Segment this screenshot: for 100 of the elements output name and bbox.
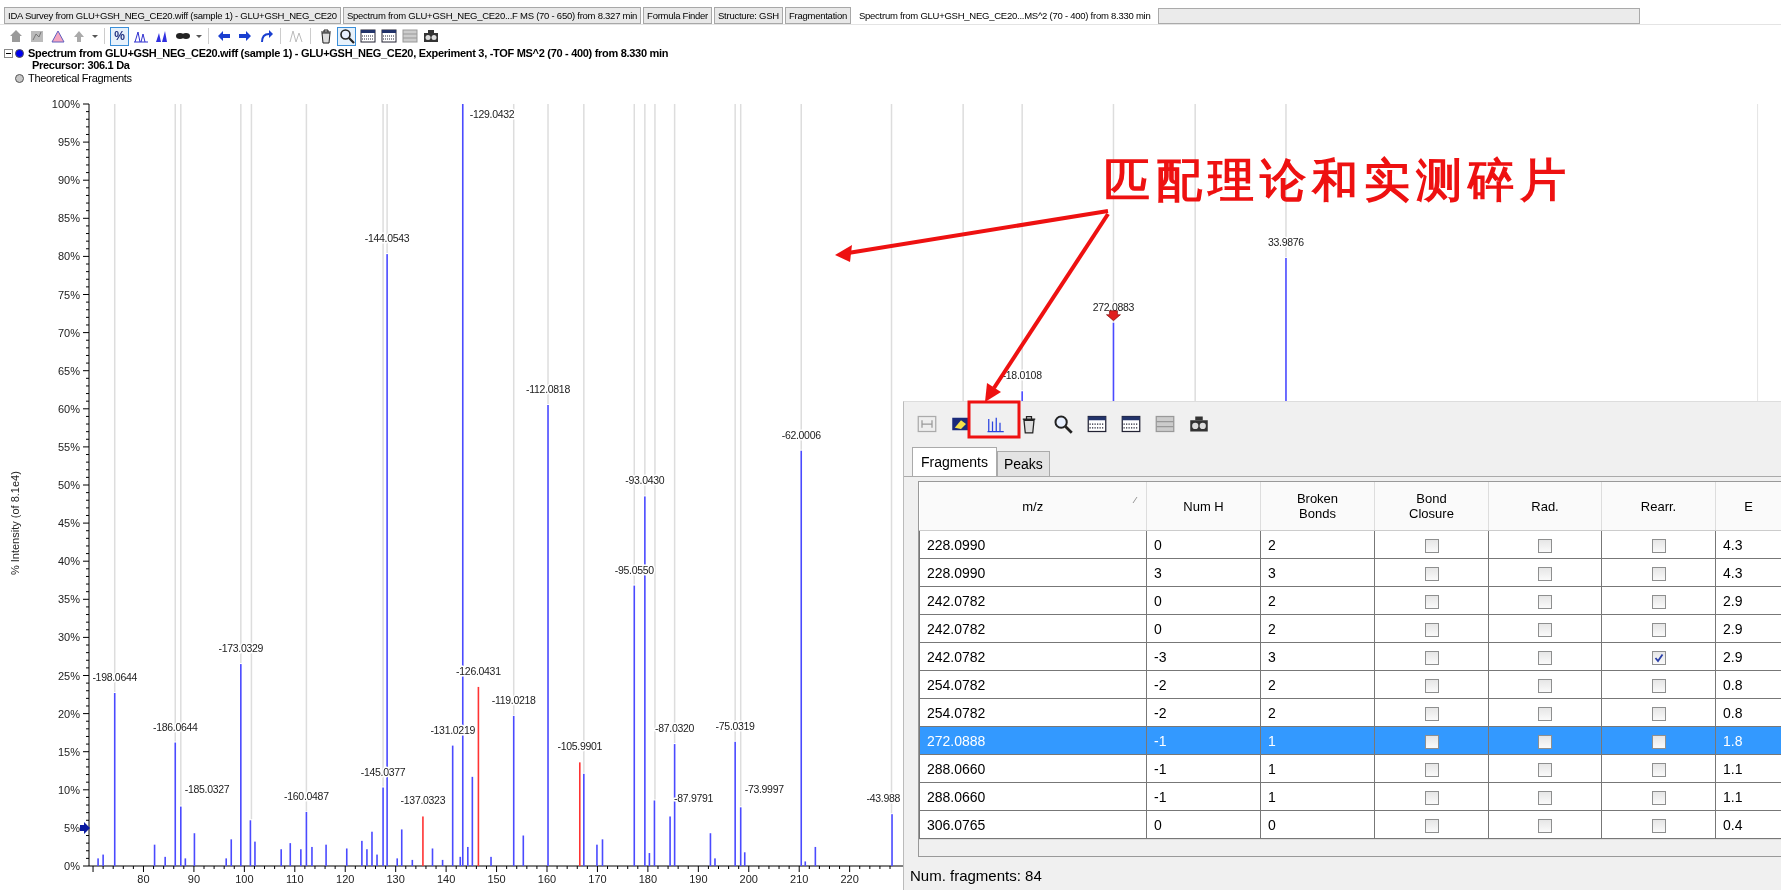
table-cell: 272.0888 (919, 726, 1147, 755)
checkbox[interactable] (1424, 762, 1439, 777)
peak-label: -62.0006 (781, 428, 821, 441)
checkbox[interactable] (1424, 706, 1439, 721)
collapse-icon[interactable] (4, 48, 13, 58)
checkbox[interactable] (1538, 790, 1552, 805)
y-tick-label: 15% (57, 745, 80, 758)
toolbar-button[interactable] (1087, 414, 1107, 434)
peak-bar (230, 839, 233, 866)
y-tick-label: 35% (57, 593, 80, 606)
toolbar-button[interactable] (1121, 414, 1141, 434)
checkbox[interactable] (1424, 566, 1439, 581)
toolbar-button[interactable]: % (110, 26, 129, 46)
peak-label: -144.0543 (364, 232, 410, 245)
checkbox[interactable] (1424, 594, 1439, 609)
toolbar-button[interactable] (1053, 414, 1073, 434)
checkbox[interactable] (1651, 734, 1666, 749)
checkbox[interactable] (1651, 594, 1666, 609)
table-row[interactable]: 242.0782 -3 3 2.9 (919, 642, 1781, 671)
peak-bar (184, 858, 187, 866)
document-tab[interactable]: Fragmentation (784, 7, 851, 24)
table-row[interactable]: 228.0990 0 2 4.3 (919, 530, 1781, 559)
table-row[interactable]: 306.0765 0 0 0.4 (919, 810, 1781, 839)
table-row[interactable]: 288.0660 -1 1 1.1 (919, 754, 1781, 783)
checkbox[interactable] (1651, 762, 1666, 777)
y-tick-label: 55% (57, 440, 80, 453)
checkbox[interactable] (1651, 818, 1666, 833)
checkbox[interactable] (1424, 650, 1439, 665)
peak-bar (648, 853, 651, 866)
checkbox[interactable] (1424, 818, 1439, 833)
checkbox[interactable] (1651, 622, 1666, 637)
table-cell: 4.3 (1715, 530, 1781, 559)
table-cell: 0.8 (1715, 698, 1781, 727)
horizontal-scrollbar[interactable] (919, 839, 1781, 856)
checkbox[interactable] (1424, 678, 1439, 693)
panel-tab[interactable]: Fragments (912, 447, 997, 476)
checkbox[interactable] (1651, 790, 1666, 805)
checkbox[interactable] (1538, 818, 1552, 833)
checkbox[interactable] (1538, 566, 1552, 581)
checkbox[interactable] (1424, 622, 1439, 637)
peak-label: -87.0320 (655, 722, 695, 735)
toolbar-button[interactable] (337, 26, 356, 46)
document-tab[interactable]: Structure: GSH (714, 7, 783, 24)
column-header[interactable]: m/z (919, 482, 1147, 531)
table-row[interactable]: 228.0990 3 3 4.3 (919, 558, 1781, 587)
checkbox[interactable] (1651, 650, 1666, 665)
toolbar-button[interactable] (358, 26, 377, 46)
checkbox[interactable] (1538, 762, 1552, 777)
checkbox[interactable] (1651, 538, 1666, 553)
table-cell: 306.0765 (919, 810, 1147, 839)
checkbox[interactable] (1538, 678, 1552, 693)
document-tab[interactable]: Formula Finder (643, 7, 713, 24)
caret-icon (195, 34, 202, 38)
y-tick-label: 75% (57, 288, 80, 301)
panel-tab[interactable]: Peaks (996, 451, 1050, 476)
table-row[interactable]: 254.0782 -2 2 0.8 (919, 698, 1781, 727)
checkbox[interactable] (1538, 650, 1552, 665)
column-header[interactable]: Broken Bonds (1260, 482, 1375, 531)
y-tick-label: 0% (64, 860, 80, 872)
x-tick-label: 160 (537, 873, 557, 885)
checkbox[interactable] (1538, 734, 1552, 749)
checkbox[interactable] (1538, 706, 1552, 721)
checkbox[interactable] (1424, 734, 1439, 749)
table-row[interactable]: 242.0782 0 2 2.9 (919, 586, 1781, 615)
document-tab[interactable]: IDA Survey from GLU+GSH_NEG_CE20.wiff (sample 1) - GLU+GSH_NEG_CE20 (4, 7, 341, 24)
table-cell: 1.8 (1715, 726, 1781, 755)
checkbox[interactable] (1651, 678, 1666, 693)
peak-bar (305, 811, 308, 866)
toolbar-button[interactable] (1189, 414, 1209, 434)
y-axis-title: % Intensity (of 8.1e4) (9, 471, 21, 576)
peak-bar (431, 848, 434, 866)
column-header[interactable]: Bond Closure (1374, 482, 1489, 531)
checkbox[interactable] (1424, 790, 1439, 805)
table-cell: 2 (1260, 698, 1375, 727)
table-cell: 228.0990 (919, 558, 1147, 587)
table-cell: 1.1 (1715, 754, 1781, 783)
table-cell: 3 (1260, 558, 1375, 587)
table-row[interactable]: 288.0660 -1 1 1.1 (919, 782, 1781, 811)
y-tick-label: 95% (57, 136, 80, 149)
peak-label: -73.9997 (744, 783, 784, 796)
checkbox[interactable] (1651, 566, 1666, 581)
column-header[interactable]: E (1715, 482, 1781, 531)
document-tab[interactable]: Spectrum from GLU+GSH_NEG_CE20...F MS (70 - 650) from 8.327 min (342, 7, 642, 24)
checkbox[interactable] (1538, 538, 1552, 553)
table-icon (380, 28, 397, 44)
checkbox[interactable] (1538, 622, 1552, 637)
checkbox[interactable] (1538, 594, 1552, 609)
x-tick-label: 120 (336, 873, 355, 885)
column-header[interactable]: Rad. (1488, 482, 1602, 531)
peak-label: -185.0327 (184, 782, 230, 795)
x-tick-label: 90 (187, 873, 201, 885)
checkbox[interactable] (1424, 538, 1439, 553)
toolbar-button[interactable] (379, 26, 398, 46)
table-row[interactable]: 254.0782 -2 2 0.8 (919, 670, 1781, 699)
down-arrow-icon (1106, 310, 1121, 321)
column-header[interactable]: Num H (1146, 482, 1261, 531)
column-header[interactable]: Rearr. (1601, 482, 1716, 531)
peak-label: -43.988 (866, 792, 901, 805)
checkbox[interactable] (1651, 706, 1666, 721)
table-row[interactable]: 242.0782 0 2 2.9 (919, 614, 1781, 643)
